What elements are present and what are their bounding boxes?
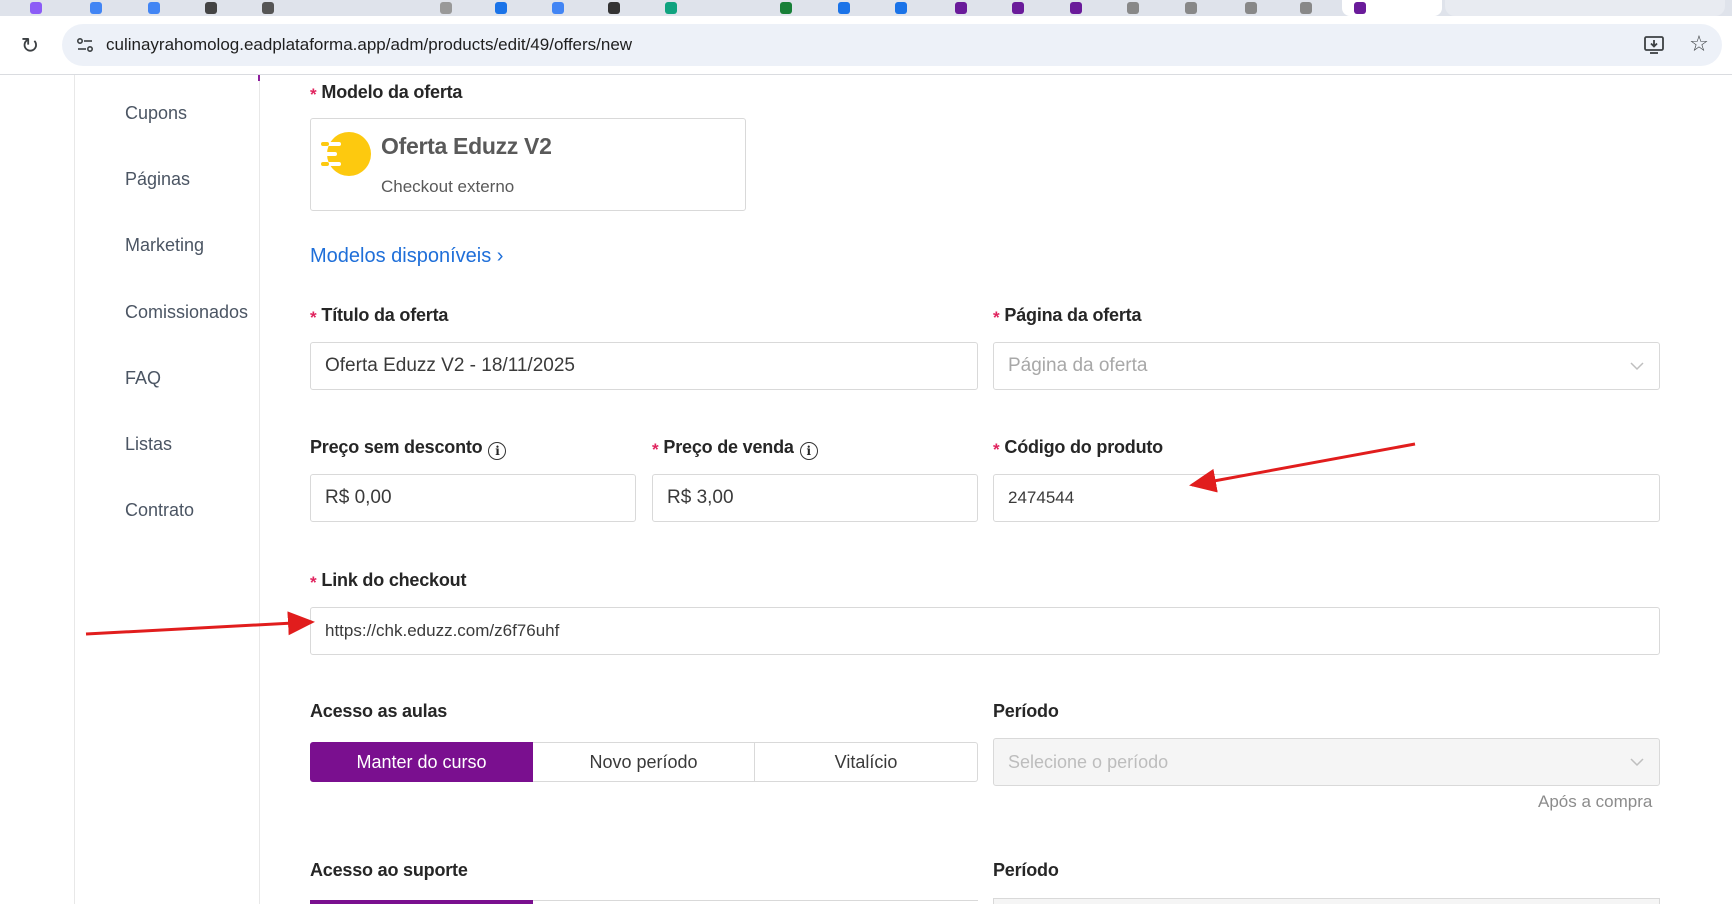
tab-favicon[interactable] <box>1300 2 1312 14</box>
tab-strip <box>0 0 1732 16</box>
sidebar-item-listas[interactable]: Listas <box>125 430 172 458</box>
tab-favicon[interactable] <box>895 2 907 14</box>
price-input[interactable]: R$ 0,00 <box>310 474 636 522</box>
tab-favicon[interactable] <box>1185 2 1197 14</box>
tab-favicon[interactable] <box>1127 2 1139 14</box>
sale-price-label: * Preço de venda i <box>652 437 818 460</box>
tab-favicon[interactable] <box>262 2 274 14</box>
tab-favicon <box>1354 2 1366 14</box>
support-options-edge[interactable] <box>533 900 978 904</box>
tab-favicon[interactable] <box>780 2 792 14</box>
chevron-down-icon <box>1630 362 1644 371</box>
product-code-label: * Código do produto <box>993 437 1163 459</box>
sidebar-item-comissionados[interactable]: Comissionados <box>125 298 248 326</box>
tab-favicon[interactable] <box>1070 2 1082 14</box>
url-text[interactable]: culinayrahomolog.eadplataforma.app/adm/p… <box>106 24 632 66</box>
page-label: * Página da oferta <box>993 305 1142 327</box>
access-option-lifetime[interactable]: Vitalício <box>755 742 978 782</box>
sidebar-item-marketing[interactable]: Marketing <box>125 231 204 259</box>
period-label: Período <box>993 701 1059 721</box>
model-title: Oferta Eduzz V2 <box>381 133 552 159</box>
tab-favicon[interactable] <box>1245 2 1257 14</box>
bookmark-star-icon[interactable]: ☆ <box>1686 31 1712 57</box>
support-period-label: Período <box>993 860 1059 880</box>
address-bar[interactable]: culinayrahomolog.eadplataforma.app/adm/p… <box>62 24 1722 66</box>
sidebar-item-faq[interactable]: FAQ <box>125 364 161 392</box>
tab-favicon[interactable] <box>205 2 217 14</box>
tab-favicon[interactable] <box>552 2 564 14</box>
tab-favicon[interactable] <box>30 2 42 14</box>
browser-toolbar: ↻ culinayrahomolog.eadplataforma.app/adm… <box>0 16 1732 75</box>
access-label: Acesso as aulas <box>310 701 448 721</box>
period-hint: Após a compra <box>1538 792 1653 811</box>
sale-price-input[interactable]: R$ 3,00 <box>652 474 978 522</box>
available-models-link[interactable]: Modelos disponíveis › <box>310 245 503 268</box>
tab-favicon[interactable] <box>955 2 967 14</box>
offer-model-card[interactable]: Oferta Eduzz V2 Checkout externo <box>310 118 746 211</box>
access-option-new-period[interactable]: Novo período <box>533 742 755 782</box>
chevron-down-icon <box>1630 758 1644 767</box>
tab-favicon[interactable] <box>90 2 102 14</box>
period-select[interactable]: Selecione o período <box>993 738 1660 786</box>
required-mark: * <box>310 85 317 104</box>
support-period-select-edge[interactable] <box>993 898 1660 904</box>
info-icon[interactable]: i <box>799 442 818 460</box>
tab-favicon[interactable] <box>440 2 452 14</box>
access-option-keep[interactable]: Manter do curso <box>310 742 533 782</box>
active-tab[interactable] <box>1342 0 1442 16</box>
install-app-icon[interactable] <box>1642 33 1666 57</box>
model-label: * Modelo da oferta <box>310 82 463 104</box>
eduzz-logo-icon <box>321 129 371 179</box>
checkout-label: * Link do checkout <box>310 570 467 592</box>
tab-favicon[interactable] <box>1012 2 1024 14</box>
tab-favicon[interactable] <box>838 2 850 14</box>
price-label: Preço sem desconto i <box>310 437 507 460</box>
support-label: Acesso ao suporte <box>310 860 468 880</box>
tab-group-pill[interactable] <box>1445 0 1725 16</box>
offer-page-select[interactable]: Página da oferta <box>993 342 1660 390</box>
tab-favicon[interactable] <box>608 2 620 14</box>
title-label: * Título da oferta <box>310 305 449 327</box>
sidebar-item-contrato[interactable]: Contrato <box>125 496 194 524</box>
sidebar-item-paginas[interactable]: Páginas <box>125 165 190 193</box>
offer-title-input[interactable]: Oferta Eduzz V2 - 18/11/2025 <box>310 342 978 390</box>
tab-favicon[interactable] <box>148 2 160 14</box>
tab-favicon[interactable] <box>665 2 677 14</box>
sidebar-item-cupons[interactable]: Cupons <box>125 99 187 127</box>
checkout-link-input[interactable]: https://chk.eduzz.com/z6f76uhf <box>310 607 1660 655</box>
sidebar-accent <box>258 75 260 81</box>
info-icon[interactable]: i <box>488 442 507 460</box>
product-code-input[interactable]: 2474544 <box>993 474 1660 522</box>
chevron-right-icon: › <box>496 245 504 267</box>
tab-favicon[interactable] <box>495 2 507 14</box>
site-info-icon[interactable] <box>74 34 96 56</box>
sidebar: Cupons Páginas Marketing Comissionados F… <box>75 75 260 904</box>
reload-icon[interactable]: ↻ <box>18 34 42 58</box>
support-option-active-edge[interactable] <box>310 900 533 904</box>
model-subtitle: Checkout externo <box>381 177 515 196</box>
